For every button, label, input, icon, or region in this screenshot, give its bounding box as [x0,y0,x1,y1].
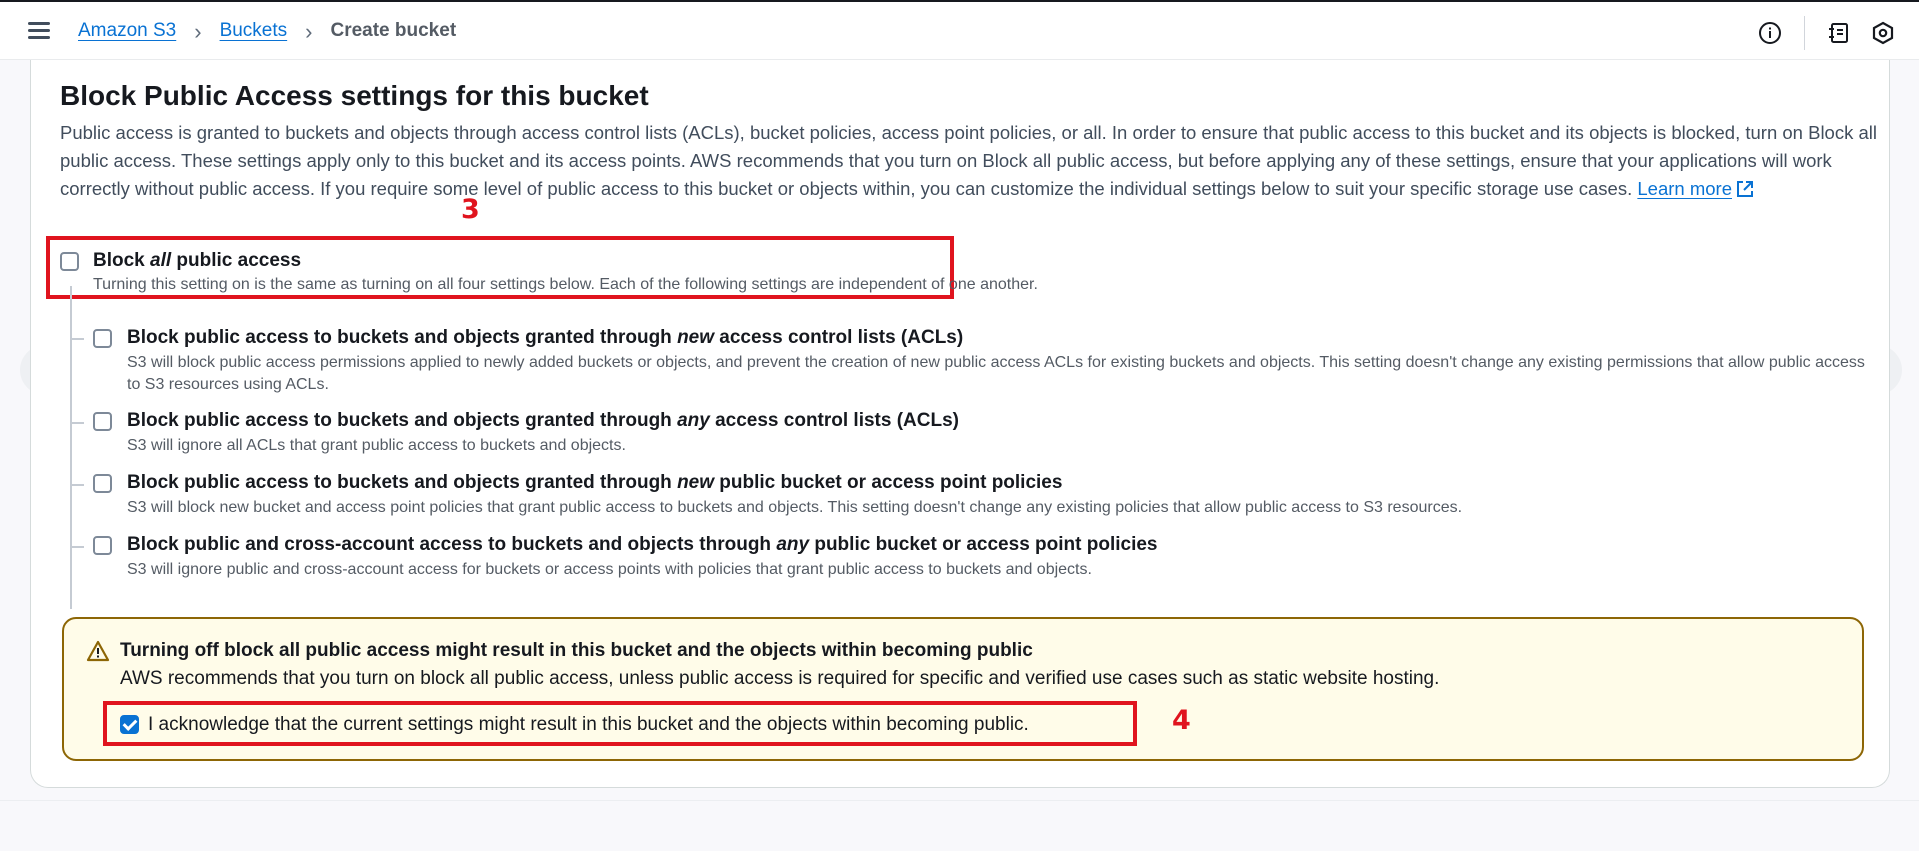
tree-branch [70,422,84,424]
notebook-icon[interactable] [1823,17,1855,49]
warning-triangle-icon [86,640,110,662]
option-description: S3 will block new bucket and access poin… [127,499,1463,516]
hamburger-menu-icon[interactable] [28,22,50,40]
breadcrumb-current: Create bucket [330,20,457,41]
option-label-post: access control lists (ACLs) [709,410,960,431]
tree-branch [70,338,84,340]
breadcrumb: Amazon S3 › Buckets › Create bucket [78,20,456,42]
block-cross-account-policies-checkbox[interactable] [93,536,112,555]
info-icon[interactable] [1754,17,1786,49]
option-description: S3 will ignore all ACLs that grant publi… [127,437,626,454]
option-label-pre: Block public access to buckets and objec… [127,472,678,493]
warning-title: Turning off block all public access migh… [120,640,1033,661]
block-all-description: Turning this setting on is the same as t… [93,276,1038,293]
option-description: S3 will ignore public and cross-account … [127,561,1092,578]
option-label-post: public bucket or access point policies [809,534,1158,555]
option-label: Block public access to buckets and objec… [127,327,963,349]
option-label-em: any [776,534,810,555]
section-title: Block Public Access settings for this bu… [60,80,649,111]
tree-branch [70,546,84,548]
chevron-right-icon: › [305,18,313,44]
annotation-step-3: 3 [461,194,480,225]
top-navigation-bar: Amazon S3 › Buckets › Create bucket [0,0,1919,60]
block-public-access-card: Block Public Access settings for this bu… [30,60,1890,788]
block-new-policies-checkbox[interactable] [93,474,112,493]
warning-alert: Turning off block all public access migh… [62,617,1864,761]
option-label-pre: Block public and cross-account access to… [127,534,777,555]
option-label-em: new [677,472,715,493]
acknowledge-checkbox[interactable] [120,715,139,734]
option-label-pre: Block public access to buckets and objec… [127,327,678,348]
annotation-step-4: 4 [1172,705,1191,736]
section-description-text: Public access is granted to buckets and … [60,122,1877,199]
warning-description: AWS recommends that you turn on block al… [120,668,1440,689]
option-label: Block public and cross-account access to… [127,534,1158,556]
option-description: S3 will block public access permissions … [127,354,1865,393]
learn-more-label: Learn more [1637,178,1732,199]
block-all-label-post: public access [171,250,302,271]
option-label-post: access control lists (ACLs) [714,327,964,348]
toolbar-divider [1804,16,1805,50]
section-description: Public access is granted to buckets and … [60,119,1890,203]
chevron-right-icon: › [194,18,202,44]
breadcrumb-amazon-s3[interactable]: Amazon S3 [78,20,176,42]
option-label: Block public access to buckets and objec… [127,472,1062,494]
block-all-label-em: all [150,250,172,271]
block-new-acls-checkbox[interactable] [93,329,112,348]
option-label: Block public access to buckets and objec… [127,410,959,432]
block-all-label-pre: Block [93,250,151,271]
option-label-pre: Block public access to buckets and objec… [127,410,678,431]
tree-branch [70,484,84,486]
option-label-em: new [677,327,715,348]
page-footer-area [0,800,1919,851]
acknowledge-label[interactable]: I acknowledge that the current settings … [148,714,1029,736]
block-all-label: Block all public access [93,250,301,272]
breadcrumb-buckets[interactable]: Buckets [220,20,288,42]
block-all-public-access-checkbox[interactable] [60,252,79,271]
hexagon-settings-icon[interactable] [1867,17,1899,49]
tree-connector-line [70,286,72,609]
option-label-post: public bucket or access point policies [714,472,1063,493]
external-link-icon [1736,181,1753,197]
block-any-acls-checkbox[interactable] [93,412,112,431]
top-right-toolbar [1754,16,1899,50]
learn-more-link[interactable]: Learn more [1637,178,1754,199]
option-label-em: any [677,410,710,431]
